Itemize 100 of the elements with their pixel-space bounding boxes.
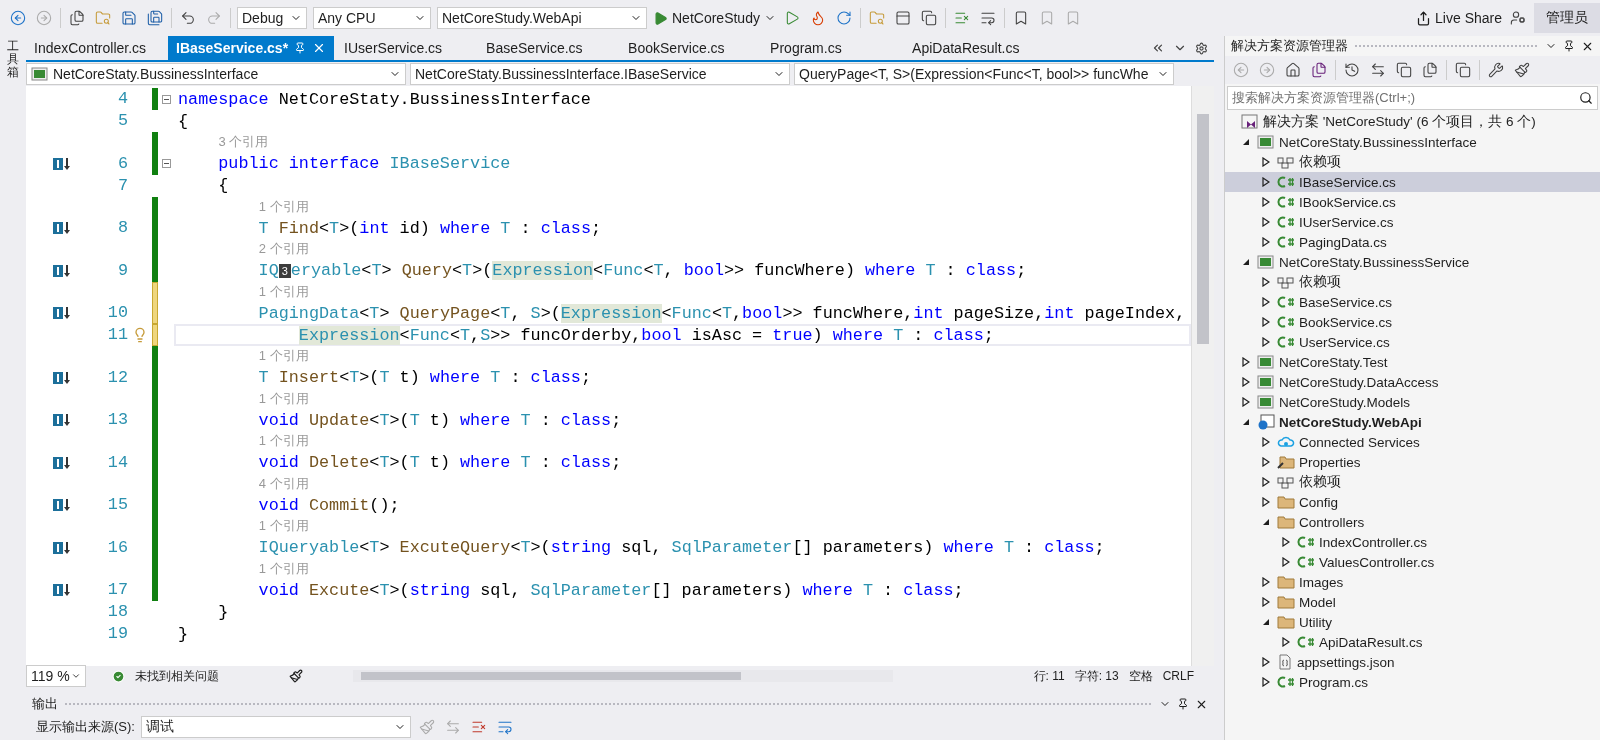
tree-item[interactable]: ApiDataResult.cs	[1225, 632, 1600, 652]
code-line: }	[217, 602, 229, 622]
line-ending-status[interactable]: CRLF	[1162, 669, 1194, 683]
run-button[interactable]: NetCoreStudy	[653, 10, 776, 26]
user-button[interactable]: 管理员	[1534, 3, 1600, 33]
tree-item[interactable]: BookService.cs	[1225, 312, 1600, 332]
horizontal-scrollbar[interactable]	[353, 670, 893, 682]
save-all-button[interactable]	[145, 8, 165, 28]
implementation-icon[interactable]	[52, 306, 72, 320]
zoom-dropdown[interactable]: 119 %	[26, 665, 86, 687]
tree-item[interactable]: Program.cs	[1225, 672, 1600, 692]
home-button[interactable]	[1283, 60, 1303, 80]
implementation-icon[interactable]	[52, 263, 72, 278]
tree-item[interactable]: 依赖项	[1225, 472, 1600, 492]
line-number: 7	[116, 174, 128, 197]
collapse-all-button[interactable]	[1394, 60, 1414, 80]
output-source-dropdown[interactable]: 调试	[140, 716, 411, 738]
tree-item[interactable]: IBaseService.cs	[1225, 172, 1600, 192]
settings-icon[interactable]	[1195, 41, 1208, 55]
new-project-button[interactable]	[67, 8, 87, 28]
back-button[interactable]	[8, 8, 28, 28]
toolbox-tab[interactable]: 工具箱	[7, 40, 19, 740]
tree-item[interactable]: UserService.cs	[1225, 332, 1600, 352]
tree-item[interactable]: NetCoreStudy.DataAccess	[1225, 372, 1600, 392]
document-tab[interactable]: ApiDataResult.cs	[904, 36, 1045, 60]
code-line: public interface IBaseService	[217, 154, 511, 173]
document-tab[interactable]: BookService.cs	[620, 36, 761, 60]
document-tab[interactable]: Program.cs	[762, 36, 903, 60]
tree-item[interactable]: IUserService.cs	[1225, 212, 1600, 232]
save-button[interactable]	[119, 8, 139, 28]
chevrons-left-icon[interactable]	[1151, 41, 1165, 55]
project-dropdown[interactable]: NetCoreStaty.BussinessInterface	[26, 63, 406, 85]
preview-selected-button[interactable]	[1512, 60, 1532, 80]
startup-project-dropdown[interactable]: NetCoreStudy.WebApi	[437, 7, 647, 29]
tree-item[interactable]: Properties	[1225, 452, 1600, 472]
implementation-icon[interactable]	[52, 583, 72, 597]
feedback-button[interactable]	[1508, 8, 1528, 28]
tooltip-badge: 3	[278, 263, 291, 278]
implementation-icon[interactable]	[52, 413, 72, 427]
tree-item[interactable]: Model	[1225, 592, 1600, 612]
code-line: }	[178, 624, 189, 644]
char-status[interactable]: 字符: 13	[1074, 667, 1119, 685]
code-file-icon	[1297, 535, 1315, 549]
implementation-icon[interactable]	[52, 540, 72, 555]
line-status[interactable]: 行: 11	[1033, 667, 1065, 685]
tree-item[interactable]: NetCoreStaty.Test	[1225, 352, 1600, 372]
project-icon	[1257, 354, 1275, 370]
implementation-icon[interactable]	[52, 221, 72, 235]
tree-item[interactable]: Controllers	[1225, 512, 1600, 532]
type-dropdown[interactable]: NetCoreStaty.BussinessInterface.IBaseService	[410, 63, 790, 85]
platform-dropdown[interactable]: Any CPU	[313, 7, 431, 29]
switch-views-button[interactable]	[1309, 60, 1329, 80]
implementation-icon[interactable]	[52, 156, 72, 171]
tree-item[interactable]: Utility	[1225, 612, 1600, 632]
tree-item[interactable]: BaseService.cs	[1225, 292, 1600, 312]
show-all-files-button[interactable]	[1420, 60, 1440, 80]
implementation-icon[interactable]	[52, 498, 72, 512]
folder-icon	[1277, 514, 1295, 530]
live-share-button[interactable]: Live Share	[1416, 10, 1502, 26]
line-number: 12	[106, 366, 128, 389]
tree-item[interactable]: 依赖项	[1225, 152, 1600, 172]
fold-toggle[interactable]	[161, 159, 171, 168]
document-tab[interactable]: BaseService.cs	[478, 36, 619, 60]
tree-item[interactable]: NetCoreStudy.Models	[1225, 392, 1600, 412]
tree-item[interactable]: appsettings.json	[1225, 652, 1600, 672]
fold-toggle[interactable]	[161, 94, 171, 104]
tree-item[interactable]: 依赖项	[1225, 272, 1600, 292]
implementation-icon[interactable]	[52, 370, 72, 385]
member-dropdown[interactable]: QueryPage<T, S>(Expression<Func<T, bool>> funcWhe	[794, 63, 1174, 85]
line-number: 14	[106, 451, 128, 474]
pin-icon[interactable]	[1563, 40, 1575, 52]
tree-item[interactable]: NetCoreStudy.WebApi	[1225, 412, 1600, 432]
tree-item[interactable]: PagingData.cs	[1225, 232, 1600, 252]
tree-item[interactable]: Images	[1225, 572, 1600, 592]
dependencies-icon	[1277, 275, 1295, 289]
search-field[interactable]: 搜索解决方案资源管理器(Ctrl+;)	[1227, 86, 1598, 110]
line-number: 13	[106, 409, 128, 431]
configuration-dropdown[interactable]: Debug	[237, 7, 307, 29]
tree-item[interactable]: IndexController.cs	[1225, 532, 1600, 552]
implementation-icon[interactable]	[52, 455, 72, 470]
issues-status[interactable]: 未找到相关问题	[135, 667, 219, 685]
code-line: void Delete<T>(T t) where T : class;	[257, 453, 622, 472]
document-tab[interactable]: IndexController.cs	[26, 36, 166, 60]
tree-item[interactable]: Connected Services	[1225, 432, 1600, 452]
pending-changes-button[interactable]	[1342, 60, 1362, 80]
document-tab[interactable]: IUserService.cs	[336, 36, 477, 60]
tree-item[interactable]: NetCoreStaty.BussinessInterface	[1225, 132, 1600, 152]
code-file-icon	[1277, 295, 1295, 309]
cleanup-icon[interactable]	[289, 669, 303, 683]
properties-button[interactable]	[1486, 60, 1506, 80]
tree-item[interactable]: NetCoreStaty.BussinessService	[1225, 252, 1600, 272]
tree-item[interactable]: Config	[1225, 492, 1600, 512]
tree-item[interactable]: IBookService.cs	[1225, 192, 1600, 212]
tree-item[interactable]: ValuesController.cs	[1225, 552, 1600, 572]
preview-button[interactable]	[1453, 60, 1473, 80]
spacing-status[interactable]: 空格	[1128, 667, 1153, 685]
code-line: {	[217, 176, 229, 195]
tree-item[interactable]: 解决方案 'NetCoreStudy' (6 个项目，共 6 个)	[1225, 112, 1600, 132]
lightbulb-icon[interactable]	[132, 327, 148, 343]
pin-icon[interactable]	[1177, 698, 1189, 710]
